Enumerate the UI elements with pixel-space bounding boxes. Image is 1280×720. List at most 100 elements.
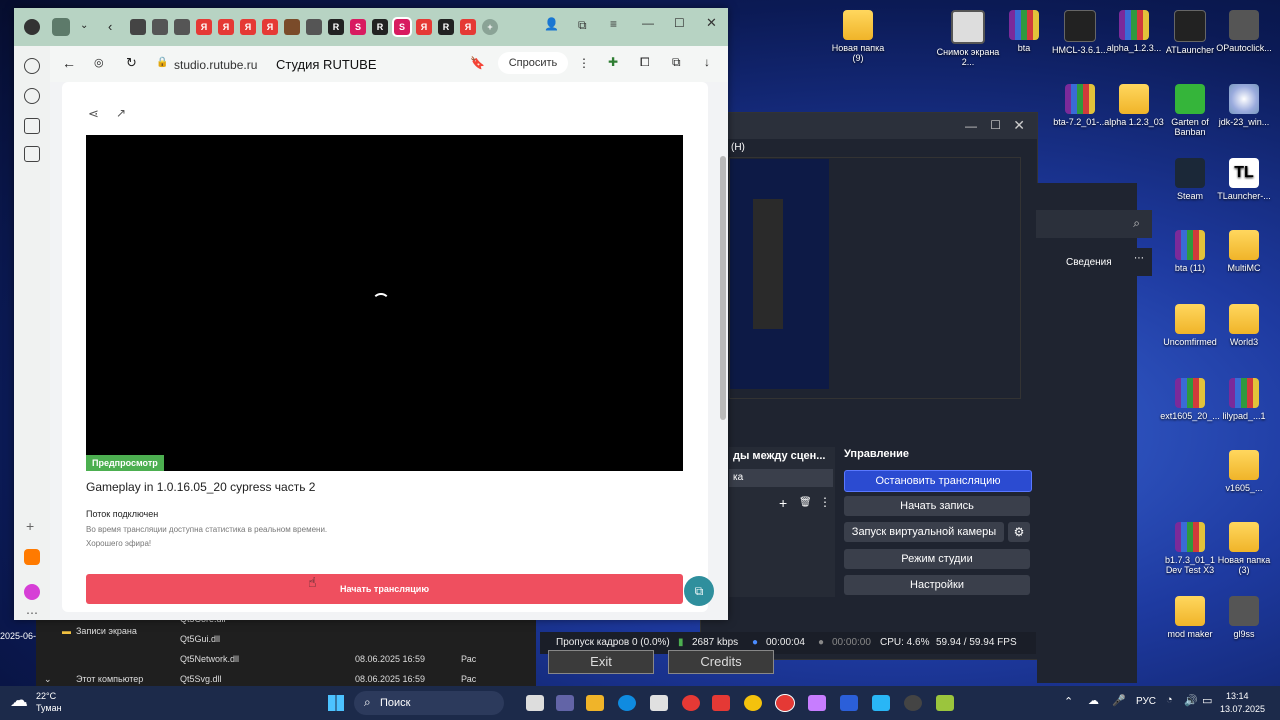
yandex-browser-icon[interactable] [775,694,795,712]
exit-button[interactable]: Exit [548,650,654,674]
more-icon[interactable]: ⋮ [578,56,590,70]
minimize-icon[interactable]: — [965,119,977,133]
table-row[interactable]: Qt5Network.dll 08.06.2025 16:59 Рас [180,654,540,664]
profile-icon[interactable]: 👤 [544,17,559,31]
settings-button[interactable]: Настройки [844,575,1030,595]
cloud-icon[interactable]: ☁ [1088,694,1099,707]
start-recording-button[interactable]: Начать запись [844,496,1030,516]
language-indicator[interactable]: РУС [1136,696,1156,707]
download-icon[interactable]: ↓ [704,55,710,69]
tab-active[interactable] [52,18,70,36]
tab[interactable]: S [392,17,412,37]
desktop-icon[interactable]: Снимок экрана 2... [936,10,1000,67]
app-icon[interactable] [936,695,954,711]
virtual-camera-button[interactable]: Запуск виртуальной камеры [844,522,1004,542]
battery-icon[interactable]: ▭ [1202,694,1212,707]
ask-button[interactable]: Спросить [498,52,568,74]
tab[interactable]: Я [262,19,278,35]
edge-icon[interactable] [618,695,636,711]
history-icon[interactable] [24,58,40,74]
yandex-icon[interactable] [712,695,730,711]
desktop-icon[interactable]: v1605_... [1212,450,1276,493]
url-text[interactable]: studio.rutube.ru [174,58,257,72]
tab[interactable]: R [372,19,388,35]
scrollbar[interactable] [720,156,726,420]
menu-icon[interactable]: ≡ [610,17,617,31]
tab[interactable]: R [438,19,454,35]
new-tab-icon[interactable]: + [482,19,498,35]
tab[interactable] [284,19,300,35]
extension-icon[interactable]: ✚ [608,55,618,69]
desktop-icon[interactable]: alpha_1.2.3... [1102,10,1166,53]
back-icon[interactable]: ‹ [108,19,112,34]
tab[interactable]: R [328,19,344,35]
more-icon[interactable]: ⋯ [26,606,38,620]
close-icon[interactable]: ✕ [706,15,717,31]
gear-icon[interactable]: ⚙ [1008,522,1030,542]
chevron-down-icon[interactable]: ⌄ [80,20,88,31]
desktop-icon[interactable]: lilypad_...1 [1212,378,1276,421]
browser-logo[interactable] [24,19,40,35]
clock-time[interactable]: 13:14 [1226,691,1249,701]
tab[interactable] [174,19,190,35]
tab[interactable]: Я [196,19,212,35]
weather-icon[interactable]: ☁ [10,690,28,711]
app-icon[interactable] [744,695,762,711]
clock-date[interactable]: 13.07.2025 [1220,704,1265,714]
sidebar-toggle-icon[interactable]: ⧉ [672,55,681,70]
tab[interactable]: Я [218,19,234,35]
reload-icon[interactable]: ↻ [126,55,137,71]
add-icon[interactable]: + [779,495,787,511]
credits-button[interactable]: Credits [668,650,774,674]
more-icon[interactable]: ⋯ [1134,253,1144,264]
tab[interactable] [306,19,322,35]
table-row[interactable]: Qt5Svg.dll 08.06.2025 16:59 Рас [180,674,540,684]
bookmark-icon[interactable]: 🔖 [470,56,485,70]
play-icon[interactable] [24,88,40,104]
external-link-icon[interactable]: ↗ [116,106,126,120]
add-icon[interactable]: + [26,518,34,534]
app-icon[interactable] [24,584,40,600]
chevron-up-icon[interactable]: ⌃ [1064,695,1073,708]
puzzle-icon[interactable]: ⧠ [640,55,650,70]
tab[interactable]: Я [460,19,476,35]
desktop-icon[interactable]: bta [992,10,1056,53]
start-icon[interactable] [328,695,344,711]
opera-icon[interactable] [682,695,700,711]
this-pc-label[interactable]: Этот компьютер [76,674,143,684]
tab[interactable]: Я [240,19,256,35]
shield-icon[interactable]: ◎ [94,56,104,69]
search-icon[interactable]: ⌕ [1133,216,1140,231]
counter-icon[interactable] [24,118,40,134]
more-icon[interactable]: ⋮ [819,495,831,509]
volume-icon[interactable]: 🔊 [1184,694,1198,707]
desktop-icon[interactable]: OPautoclick... [1212,10,1276,53]
back-arrow-icon[interactable]: ← [62,55,76,71]
app-icon[interactable] [808,695,826,711]
app-icon[interactable] [840,695,858,711]
teams-icon[interactable] [556,695,574,711]
studio-mode-button[interactable]: Режим студии [844,549,1030,569]
desktop-icon[interactable]: jdk-23_win... [1212,84,1276,127]
explorer-icon[interactable] [586,695,604,711]
chevron-down-icon[interactable]: ⌄ [44,674,52,685]
desktop-icon[interactable]: gl9ss [1212,596,1276,639]
search-box[interactable]: ⌕ Поиск [354,691,504,715]
desktop-icon[interactable]: Новая папка (3) [1212,522,1276,575]
trash-icon[interactable]: 🗑 [799,497,812,508]
stop-stream-button[interactable]: Остановить трансляцию [844,470,1032,492]
details-label[interactable]: Сведения [1066,257,1112,268]
desktop-icon[interactable]: Новая папка (9) [826,10,890,63]
table-row[interactable]: Qt5Gui.dll [180,634,220,644]
collections-icon[interactable]: ⧉ [578,18,587,33]
app-icon[interactable] [872,695,890,711]
maximize-icon[interactable]: ☐ [674,16,685,30]
tab[interactable]: S [350,19,366,35]
folder-label[interactable]: Записи экрана [76,626,137,636]
start-stream-button[interactable]: Начать трансляцию [86,574,683,604]
share-icon[interactable]: ⋖ [88,106,99,122]
desktop-icon[interactable]: TL TLauncher-... [1212,158,1276,201]
mic-icon[interactable]: 🎤 [1112,694,1126,707]
wifi-icon[interactable]: ◔ [1166,694,1173,706]
store-icon[interactable] [650,695,668,711]
